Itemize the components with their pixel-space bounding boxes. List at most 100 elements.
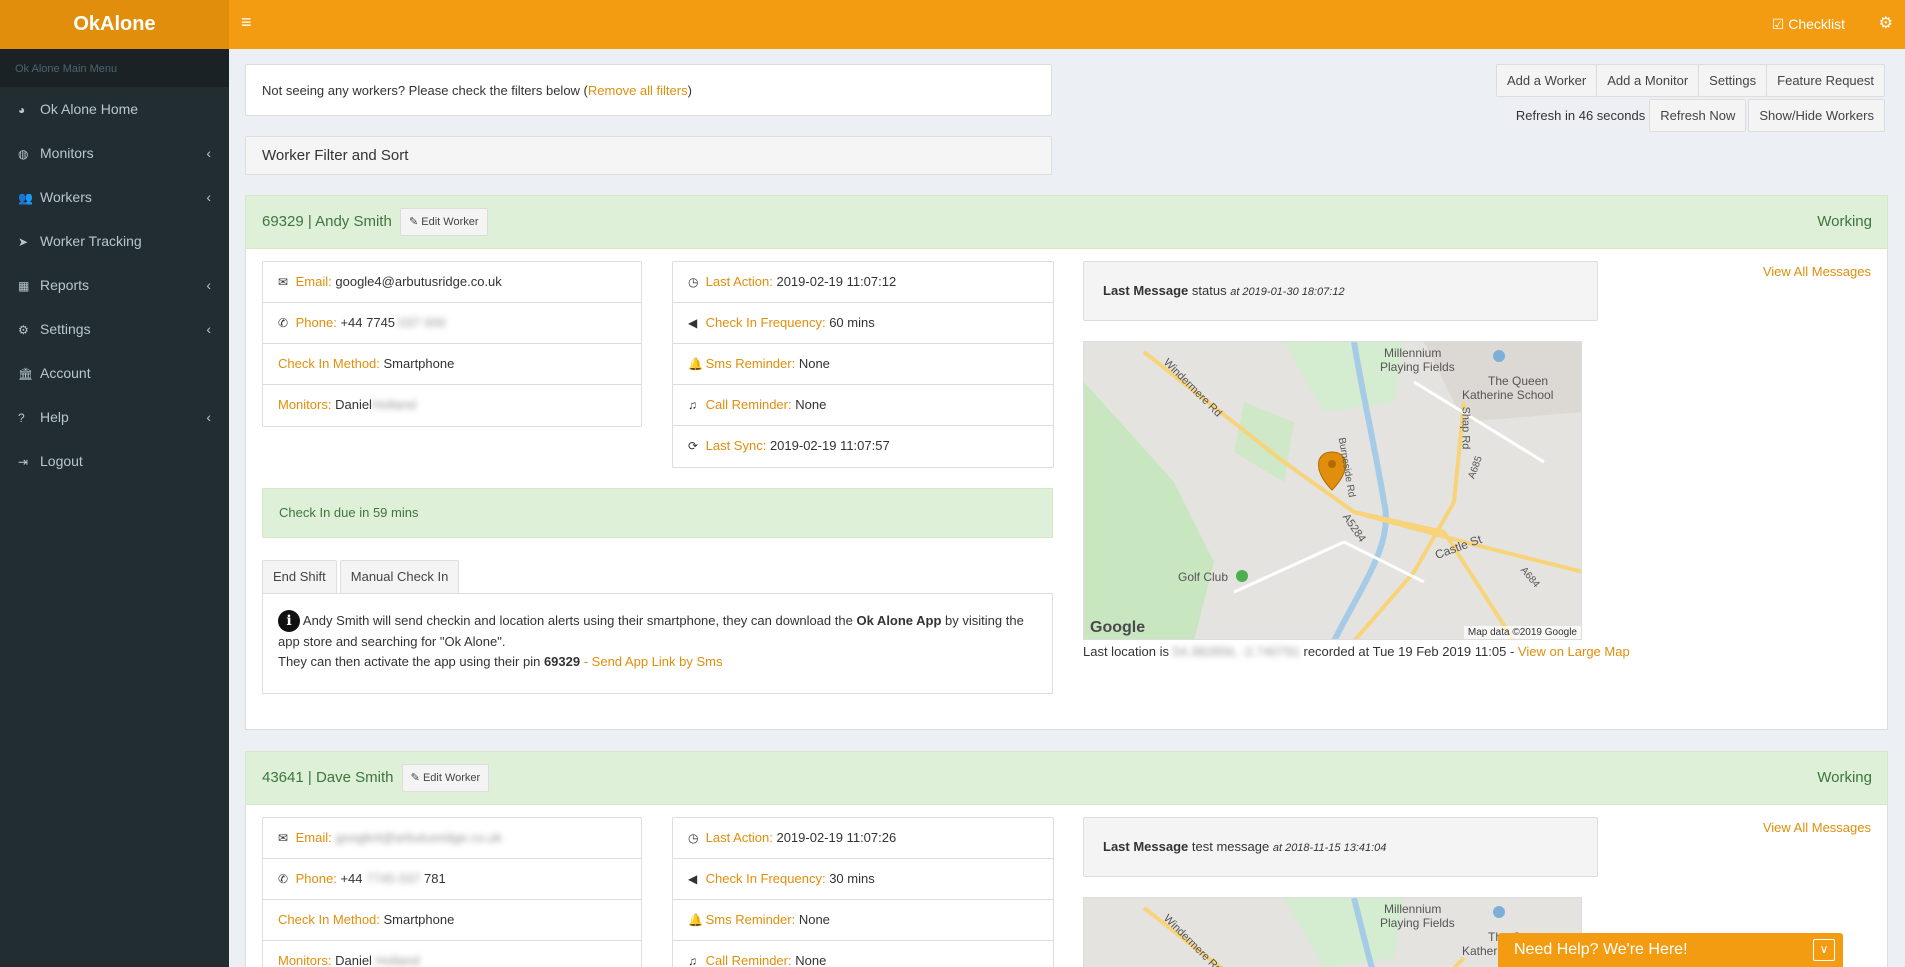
- sidebar-item-help[interactable]: ? Help ‹: [0, 395, 229, 439]
- users-icon: 👥: [18, 191, 33, 205]
- add-monitor-button[interactable]: Add a Monitor: [1596, 64, 1700, 97]
- sidebar-item-account[interactable]: 🏛 Account: [0, 351, 229, 395]
- last-action-row: ◷ Last Action: 2019-02-19 11:07:26: [673, 818, 1053, 859]
- sidebar-item-monitors[interactable]: ◍ Monitors ‹: [0, 131, 229, 175]
- worker-filter-panel[interactable]: Worker Filter and Sort: [245, 136, 1052, 175]
- show-hide-workers-button[interactable]: Show/Hide Workers: [1748, 99, 1885, 132]
- envelope-icon: ✉: [278, 831, 289, 845]
- email-redacted: google4@arbutusridge.co.uk: [335, 830, 502, 845]
- frequency-row: ◀ Check In Frequency: 60 mins: [673, 303, 1053, 344]
- remove-filters-link[interactable]: Remove all filters: [588, 83, 688, 98]
- globe-icon: ◍: [18, 147, 29, 161]
- monitors-row: Monitors: Daniel Holland: [263, 941, 641, 967]
- end-shift-button[interactable]: End Shift: [262, 560, 337, 594]
- phone-redacted: 7745 037: [366, 871, 421, 886]
- sidebar-item-label: Reports: [40, 277, 90, 293]
- sms-label: Sms Reminder:: [705, 356, 796, 371]
- refresh-now-button[interactable]: Refresh Now: [1649, 99, 1747, 132]
- app-logo[interactable]: OkAlone: [0, 0, 229, 49]
- edit-worker-button[interactable]: ✎ Edit Worker: [400, 208, 488, 237]
- map-label: Golf Club: [1178, 570, 1229, 584]
- location-map[interactable]: Millennium Playing Fields The Queen Kath…: [1083, 341, 1582, 640]
- location-prefix: Last location is: [1083, 644, 1169, 659]
- sidebar-item-reports[interactable]: ▦ Reports ‹: [0, 263, 229, 307]
- feature-request-button[interactable]: Feature Request: [1766, 64, 1885, 97]
- top-navbar: OkAlone ≡ ☑ Checklist ⚙: [0, 0, 1905, 49]
- last-message-label: Last Message: [1103, 283, 1189, 298]
- sidebar-item-workers[interactable]: 👥 Workers ‹: [0, 175, 229, 219]
- help-widget[interactable]: Need Help? We're Here! ∨: [1498, 933, 1843, 967]
- edit-worker-label: Edit Worker: [422, 772, 481, 785]
- app-name: Ok Alone App: [856, 613, 942, 628]
- activity-info-list: ◷ Last Action: 2019-02-19 11:07:26 ◀ Che…: [672, 817, 1054, 967]
- last-location: Last location is 54.382856, -2.740791 re…: [1083, 644, 1630, 659]
- sidebar-item-label: Help: [40, 409, 69, 425]
- bell-outline-icon: ♫: [688, 954, 697, 967]
- info-text-2: They can then activate the app using the…: [278, 654, 544, 669]
- checklist-link[interactable]: ☑ Checklist: [1772, 16, 1845, 33]
- chevron-left-icon: ‹: [206, 277, 211, 293]
- method-row: Check In Method: Smartphone: [263, 900, 641, 941]
- view-all-messages-link[interactable]: View All Messages: [1763, 264, 1871, 279]
- map-label: Katherine School: [1462, 388, 1554, 402]
- view-all-messages-link[interactable]: View All Messages: [1763, 820, 1871, 835]
- sidebar: Ok Alone Main Menu ◕ Ok Alone Home ◍ Monito…: [0, 49, 229, 967]
- sms-row: 🔔 Sms Reminder: None: [673, 900, 1053, 941]
- refresh-bar: Refresh in 46 seconds Refresh Now Show/H…: [1516, 99, 1885, 132]
- email-row: ✉ Email: google4@arbutusridge.co.uk: [263, 262, 641, 303]
- envelope-icon: ✉: [278, 275, 289, 289]
- sms-value: None: [798, 912, 830, 927]
- cogs-icon[interactable]: ⚙: [1879, 13, 1893, 33]
- sms-row: 🔔 Sms Reminder: None: [673, 344, 1053, 385]
- edit-worker-label: Edit Worker: [421, 216, 479, 229]
- settings-button[interactable]: Settings: [1698, 64, 1768, 97]
- email-label: Email:: [295, 830, 332, 845]
- menu-toggle-icon[interactable]: ≡: [241, 12, 252, 33]
- map-label: Millennium: [1384, 902, 1442, 916]
- chevron-left-icon: ‹: [206, 189, 211, 205]
- sidebar-item-ok-alone-home[interactable]: ◕ Ok Alone Home: [0, 87, 229, 131]
- monitors-redacted: Holland: [371, 397, 417, 412]
- email-label: Email:: [295, 274, 332, 289]
- sidebar-item-settings[interactable]: ⚙ Settings ‹: [0, 307, 229, 351]
- sidebar-header: Ok Alone Main Menu: [0, 49, 229, 87]
- worker-status: Working: [1817, 769, 1872, 786]
- method-label: Check In Method:: [278, 356, 380, 371]
- chevron-left-icon: ‹: [206, 145, 211, 161]
- monitors-label: Monitors:: [278, 397, 332, 412]
- sidebar-item-label: Workers: [40, 189, 92, 205]
- phone-icon: ✆: [278, 872, 289, 886]
- sms-value: None: [798, 356, 830, 371]
- info-sep: -: [580, 654, 592, 669]
- checkin-due-alert: Check In due in 59 mins: [262, 488, 1053, 538]
- map-label: The Queen: [1488, 374, 1549, 388]
- send-app-link[interactable]: Send App Link by Sms: [592, 654, 723, 669]
- google-logo: Google: [1090, 619, 1146, 636]
- worker-status: Working: [1817, 213, 1872, 230]
- phone-value: +44 7745: [340, 315, 396, 330]
- method-value: Smartphone: [383, 912, 455, 927]
- sidebar-item-label: Settings: [40, 321, 91, 337]
- sidebar-item-worker-tracking[interactable]: ➤ Worker Tracking: [0, 219, 229, 263]
- last-action-value: 2019-02-19 11:07:26: [776, 830, 897, 845]
- manual-checkin-button[interactable]: Manual Check In: [339, 560, 460, 594]
- dashboard-icon: ◕: [18, 103, 26, 117]
- last-action-value: 2019-02-19 11:07:12: [776, 274, 897, 289]
- last-message-time: at 2018-11-15 13:41:04: [1272, 842, 1387, 854]
- checkin-due-text: Check In due in 59 mins: [279, 505, 419, 520]
- map-label: Millennium: [1384, 346, 1442, 360]
- add-worker-button[interactable]: Add a Worker: [1495, 64, 1598, 97]
- worker-header: 43641 | Dave Smith ✎ Edit Worker Working: [245, 751, 1888, 805]
- sidebar-item-logout[interactable]: ⇥ Logout: [0, 439, 229, 483]
- phone-label: Phone:: [295, 871, 337, 886]
- refresh-countdown: Refresh in 46 seconds: [1515, 108, 1646, 123]
- map-label: Playing Fields: [1380, 360, 1455, 374]
- view-large-map-link[interactable]: View on Large Map: [1518, 644, 1630, 659]
- frequency-label: Check In Frequency:: [705, 871, 826, 886]
- edit-worker-button[interactable]: ✎ Edit Worker: [401, 764, 490, 793]
- phone-label: Phone:: [295, 315, 337, 330]
- bank-icon: 🏛: [18, 367, 34, 381]
- phone-tail: 781: [424, 871, 446, 886]
- grid-icon: ▦: [18, 279, 30, 293]
- chevron-down-icon[interactable]: ∨: [1813, 939, 1835, 961]
